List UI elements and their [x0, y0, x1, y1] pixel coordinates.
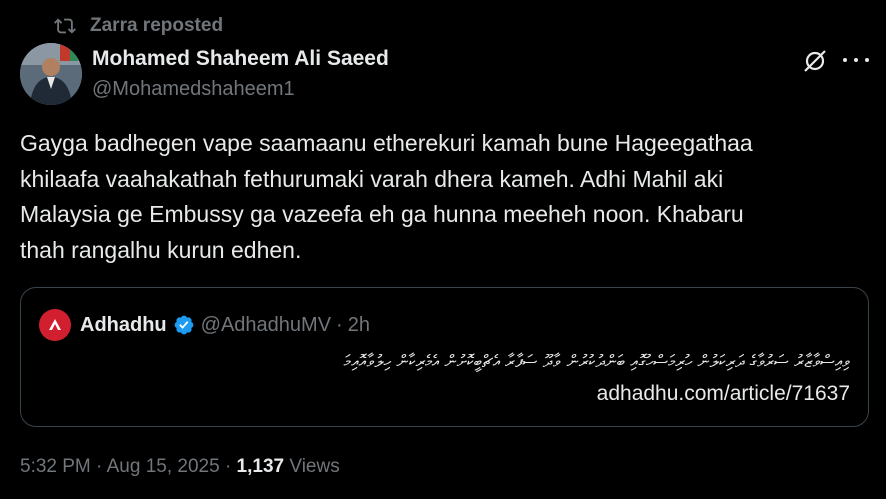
verified-badge-icon	[173, 314, 195, 336]
tweet-meta: 5:32 PM · Aug 15, 2025 · 1,137 Views	[20, 455, 340, 479]
tweet-text-line: khilaafa vaahakathah fethurumaki varah d…	[20, 165, 724, 192]
tweet-time[interactable]: 5:32 PM	[20, 456, 91, 477]
tweet-text-line: Gayga badhegen vape saamaanu etherekuri …	[20, 130, 753, 156]
quote-separator: ·	[336, 313, 343, 336]
tweet-date[interactable]: Aug 15, 2025	[107, 456, 220, 477]
quote-author-name[interactable]: Adhadhu	[80, 314, 167, 337]
views-count[interactable]: 1,137	[237, 456, 285, 477]
quote-header: Adhadhu @AdhadhuMV · 2h	[39, 309, 370, 341]
adhadhu-logo[interactable]	[39, 309, 71, 341]
tweet-text-line: thah rangalhu kurun edhen.	[20, 236, 302, 263]
repost-label: Zarra reposted	[90, 15, 224, 36]
author-block[interactable]: Mohamed Shaheem Ali Saeed @Mohamedshahee…	[92, 45, 389, 103]
quote-link[interactable]: adhadhu.com/article/71637	[597, 382, 850, 406]
quoted-tweet-card[interactable]: Adhadhu @AdhadhuMV · 2h ވިއިސްވާޒާރު ސަރ…	[20, 287, 869, 427]
meta-separator: ·	[96, 456, 103, 477]
more-dot	[854, 58, 858, 62]
tweet-text: Gayga badhegen vape saamaanu etherekuri …	[20, 126, 870, 268]
meta-separator: ·	[224, 456, 232, 477]
more-dot	[843, 58, 847, 62]
author-handle[interactable]: @Mohamedshaheem1	[92, 75, 389, 103]
tweet-text-line: Malaysia ge Embussy ga vazeefa eh ga hun…	[20, 201, 744, 227]
more-icon[interactable]	[843, 53, 869, 67]
author-name[interactable]: Mohamed Shaheem Ali Saeed	[92, 45, 389, 73]
avatar[interactable]	[20, 43, 82, 105]
quote-text: ވިއިސްވާޒާރު ސަރުވާގެ ދަރިކަލުން ހުރިމަސ…	[343, 352, 850, 372]
quote-author-handle[interactable]: @AdhadhuMV	[201, 314, 331, 337]
grok-icon[interactable]	[802, 48, 828, 74]
quote-time[interactable]: 2h	[348, 314, 370, 337]
repost-header[interactable]: Zarra reposted	[54, 14, 223, 38]
repost-icon	[54, 15, 76, 37]
views-label: Views	[289, 456, 340, 477]
more-dot	[865, 58, 869, 62]
